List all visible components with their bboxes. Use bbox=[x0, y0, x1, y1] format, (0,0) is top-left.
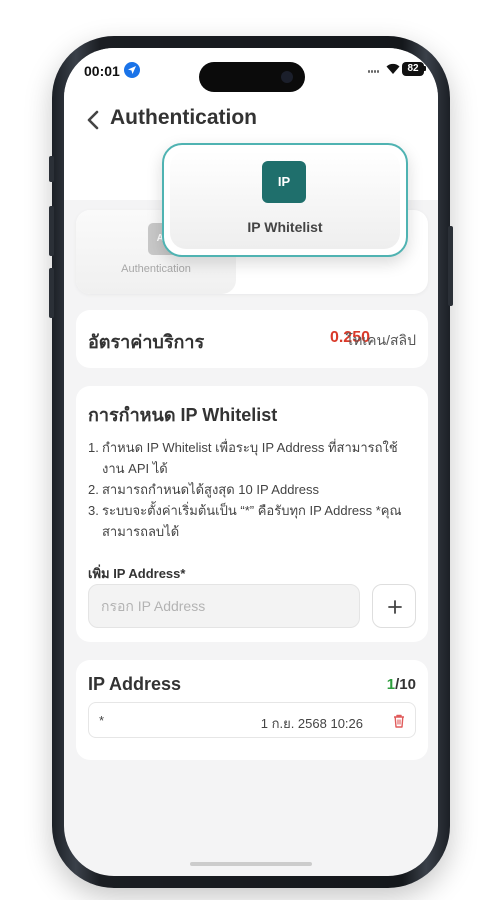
whitelist-rules: 1. กำหนด IP Whitelist เพื่อระบุ IP Addres… bbox=[88, 437, 418, 542]
page-title: Authentication bbox=[110, 106, 257, 129]
dynamic-island bbox=[199, 62, 305, 92]
status-time: 00:01 bbox=[84, 63, 120, 79]
camera-icon bbox=[281, 71, 293, 83]
location-arrow-icon bbox=[124, 62, 140, 78]
rate-unit: โทเคน/สลิป bbox=[345, 332, 416, 348]
add-ip-button[interactable] bbox=[372, 584, 416, 628]
side-button bbox=[49, 156, 54, 182]
rate-label: อัตราค่าบริการ bbox=[88, 332, 205, 352]
status-bar: 00:01 82 bbox=[64, 48, 438, 104]
rule-number: 3. bbox=[88, 503, 99, 518]
volume-up-button bbox=[49, 206, 54, 256]
ip-list-row: * 1 ก.ย. 2568 10:26 bbox=[88, 702, 416, 738]
ip-whitelist-icon: IP bbox=[262, 161, 306, 203]
ip-count-max: /10 bbox=[395, 676, 416, 693]
power-button bbox=[448, 226, 453, 306]
rule-text: สามารถกำหนดได้สูงสุด 10 IP Address bbox=[102, 482, 319, 497]
rule-text: กำหนด IP Whitelist เพื่อระบุ IP Address … bbox=[102, 440, 398, 476]
rule-number: 1. bbox=[88, 440, 99, 455]
ip-count-current: 1 bbox=[386, 676, 396, 693]
whitelist-title: การกำหนด IP Whitelist bbox=[88, 405, 278, 425]
ip-list-card: IP Address 1/10 * 1 ก.ย. 2568 10:26 bbox=[76, 660, 428, 760]
battery-tip bbox=[424, 66, 426, 71]
trash-icon[interactable] bbox=[393, 714, 405, 728]
ip-entry-address: * bbox=[99, 713, 105, 728]
ip-address-input[interactable] bbox=[88, 584, 360, 628]
add-ip-label: เพิ่ม IP Address* bbox=[88, 566, 186, 581]
rule-item: 2. สามารถกำหนดได้สูงสุด 10 IP Address bbox=[88, 479, 418, 500]
ip-entry-date: 1 ก.ย. 2568 10:26 bbox=[260, 716, 363, 731]
whitelist-settings-card: การกำหนด IP Whitelist 1. กำหนด IP Whiteli… bbox=[76, 386, 428, 642]
rule-number: 2. bbox=[88, 482, 99, 497]
tab-ip-whitelist-label: IP Whitelist bbox=[247, 219, 323, 235]
rule-item: 3. ระบบจะตั้งค่าเริ่มต้นเป็น “*” คือรับทุ… bbox=[88, 500, 418, 542]
volume-down-button bbox=[49, 268, 54, 318]
ip-count: 1/10 bbox=[387, 676, 416, 693]
tab-ip-whitelist-inner: IP IP Whitelist bbox=[170, 151, 400, 249]
battery-icon: 82 bbox=[402, 62, 424, 76]
rate-card: อัตราค่าบริการ 0.250 โทเคน/สลิป bbox=[76, 310, 428, 368]
home-indicator bbox=[190, 862, 312, 866]
rule-item: 1. กำหนด IP Whitelist เพื่อระบุ IP Addres… bbox=[88, 437, 418, 479]
signal-icon bbox=[368, 69, 380, 73]
ip-list-title: IP Address bbox=[88, 674, 182, 694]
wifi-icon bbox=[386, 62, 400, 80]
rule-text: ระบบจะตั้งค่าเริ่มต้นเป็น “*” คือรับทุก … bbox=[102, 503, 402, 539]
back-arrow-icon[interactable] bbox=[84, 108, 104, 132]
tab-authentication-label: Authentication bbox=[121, 263, 191, 275]
tab-ip-whitelist[interactable]: IP IP Whitelist bbox=[162, 143, 408, 257]
plus-icon bbox=[388, 600, 402, 614]
